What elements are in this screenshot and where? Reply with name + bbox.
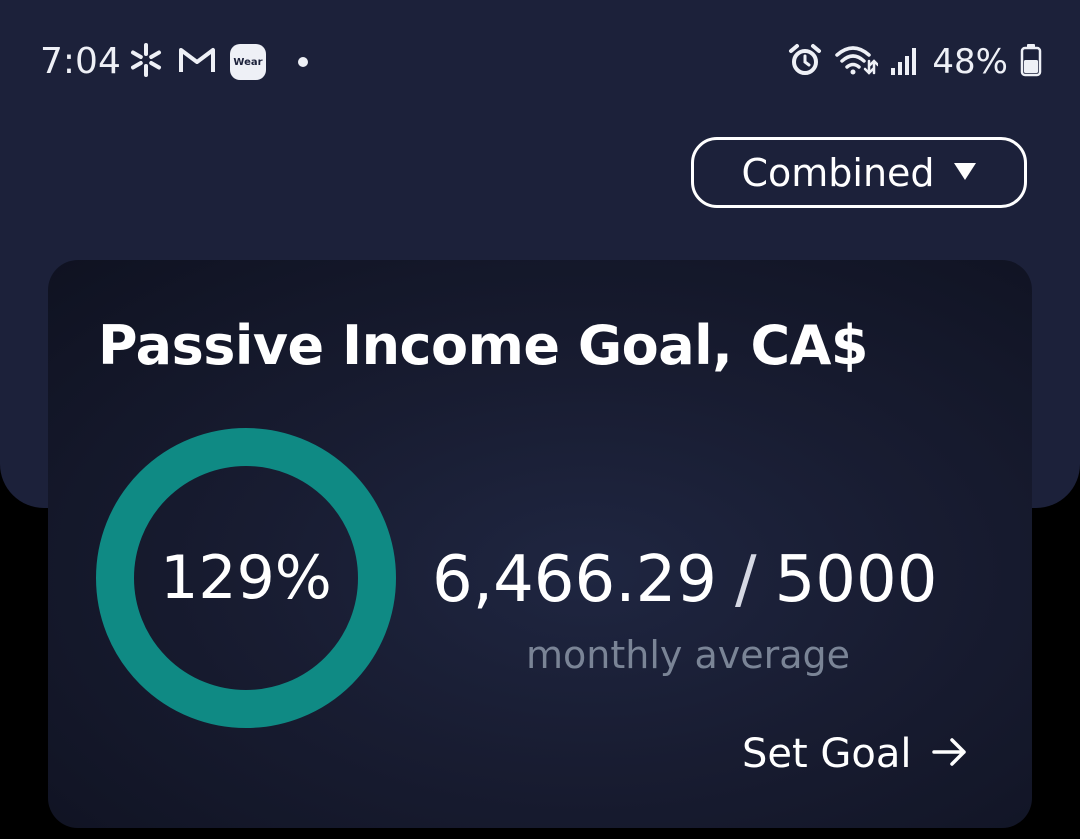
alarm-icon <box>788 43 822 81</box>
monthly-average-label: monthly average <box>526 633 851 677</box>
passive-income-goal-card: Passive Income Goal, CA$ 129% 6,466.29/5… <box>48 260 1032 828</box>
current-value: 6,466.29 <box>432 543 717 617</box>
wear-icon: Wear <box>230 44 266 80</box>
dropdown-label: Combined <box>741 150 935 195</box>
goal-amounts: 6,466.29/5000 <box>432 542 937 618</box>
portfolio-filter-dropdown[interactable]: Combined <box>691 137 1027 208</box>
walmart-spark-icon <box>128 42 164 82</box>
battery-percent: 48% <box>932 42 1008 82</box>
status-time: 7:04 <box>40 41 121 82</box>
wifi-icon <box>834 43 880 81</box>
notification-dot-icon <box>298 57 308 67</box>
battery-icon <box>1020 43 1042 81</box>
status-bar: 7:04 Wear 48% <box>0 0 1080 120</box>
set-goal-button[interactable]: Set Goal <box>742 730 968 778</box>
gmail-icon <box>178 45 216 79</box>
status-icons-right: 48% <box>788 40 1042 84</box>
card-title: Passive Income Goal, CA$ <box>98 314 869 377</box>
progress-percent: 129% <box>160 543 332 613</box>
signal-icon <box>890 44 920 80</box>
amount-separator: / <box>735 543 757 617</box>
caret-down-icon <box>953 161 977 185</box>
set-goal-label: Set Goal <box>742 731 912 777</box>
goal-value: 5000 <box>774 543 938 617</box>
app-screen: 7:04 Wear 48% Combined Passive Income Go… <box>0 0 1080 839</box>
status-icons-left: Wear <box>128 42 308 82</box>
arrow-right-icon <box>931 736 968 772</box>
